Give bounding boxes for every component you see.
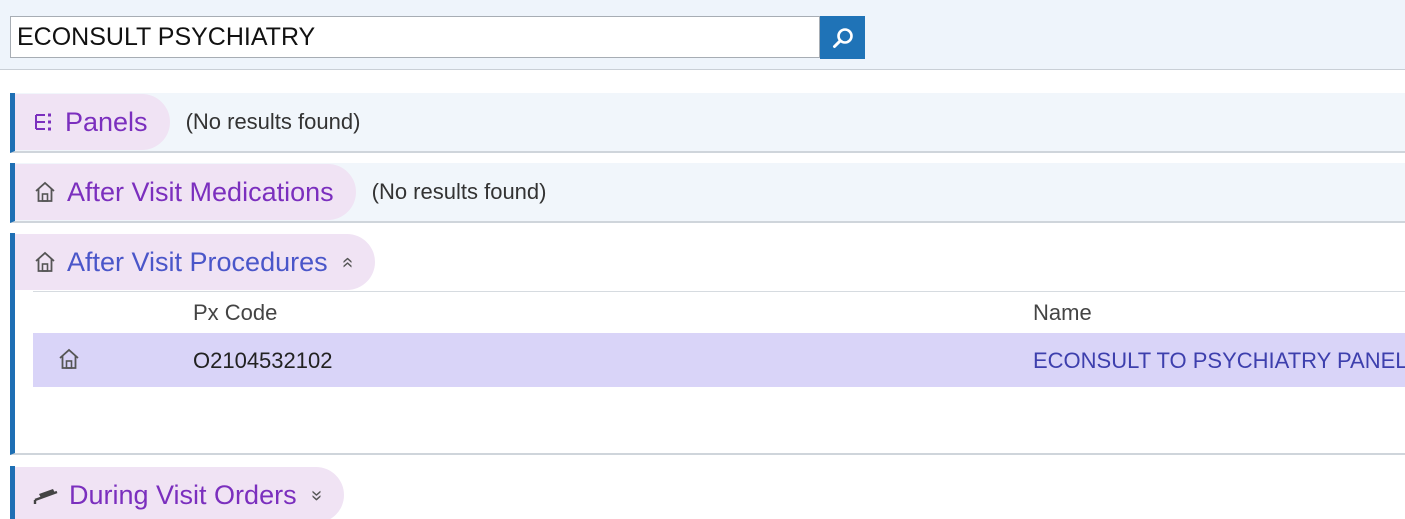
chevron-double-up-icon[interactable]: » xyxy=(336,256,359,267)
after-visit-medications-toggle[interactable]: After Visit Medications xyxy=(15,164,356,220)
after-visit-procedures-title: After Visit Procedures xyxy=(67,246,328,277)
panels-section: Panels (No results found) xyxy=(10,93,1405,153)
after-visit-procedures-section: After Visit Procedures » Px Code Name O2… xyxy=(10,233,1405,455)
panels-section-toggle[interactable]: Panels xyxy=(15,94,170,150)
page: Panels (No results found) After Visit Me… xyxy=(0,0,1405,519)
search-bar xyxy=(0,0,1405,70)
home-icon xyxy=(35,181,55,202)
column-header-name[interactable]: Name xyxy=(1033,300,1092,326)
chevron-double-down-icon[interactable]: » xyxy=(305,489,328,500)
panels-section-header: Panels (No results found) xyxy=(15,94,360,150)
search-input[interactable] xyxy=(10,16,820,58)
panels-section-title: Panels xyxy=(65,106,148,137)
during-visit-orders-title: During Visit Orders xyxy=(69,479,297,510)
during-visit-orders-section: During Visit Orders » xyxy=(10,466,1405,519)
row-name-link[interactable]: ECONSULT TO PSYCHIATRY PANEL xyxy=(1033,348,1405,374)
after-visit-medications-section: After Visit Medications (No results foun… xyxy=(10,163,1405,223)
after-visit-procedures-header: After Visit Procedures » xyxy=(15,234,375,290)
home-icon xyxy=(59,348,79,369)
during-visit-orders-toggle[interactable]: During Visit Orders » xyxy=(15,467,344,519)
after-visit-medications-title: After Visit Medications xyxy=(67,176,334,207)
search-button[interactable] xyxy=(820,16,865,59)
bed-icon xyxy=(33,489,58,504)
table-row[interactable]: O2104532102 ECONSULT TO PSYCHIATRY PANEL xyxy=(33,333,1405,387)
panels-list-icon xyxy=(35,113,51,131)
after-visit-procedures-toggle[interactable]: After Visit Procedures » xyxy=(15,234,375,290)
search-icon xyxy=(832,27,853,48)
during-visit-orders-header: During Visit Orders » xyxy=(15,467,344,519)
home-icon xyxy=(35,251,55,272)
row-px-code: O2104532102 xyxy=(193,348,333,373)
after-visit-medications-no-results: (No results found) xyxy=(371,179,547,204)
panels-no-results: (No results found) xyxy=(185,109,361,134)
after-visit-medications-header: After Visit Medications (No results foun… xyxy=(15,164,546,220)
procedures-table-header: Px Code Name xyxy=(33,291,1405,331)
column-header-px-code[interactable]: Px Code xyxy=(193,300,277,326)
